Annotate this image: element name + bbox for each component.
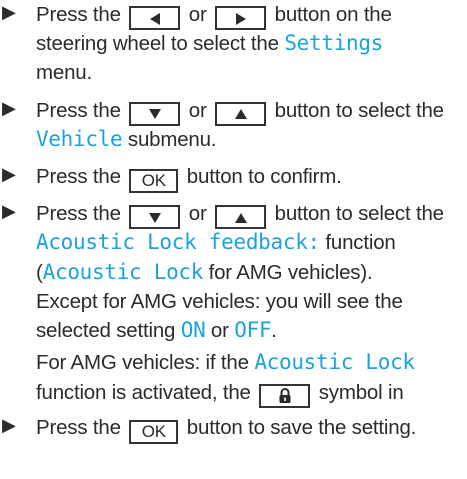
bullet-arrow-icon: ▶ [2,201,16,222]
step-1-line-2-text: steering wheel to select the [36,32,285,56]
step-4-except-line: Except for AMG vehicles: you will see th… [36,289,403,313]
step-1-line-1: Press the or button on the [36,0,392,30]
down-arrow-key-icon [129,205,181,230]
bullet-arrow-icon: ▶ [2,2,16,22]
step-4-period: . [271,319,277,342]
step-3-post: button to confirm. [186,165,342,188]
bullet-arrow-icon: ▶ [2,414,16,435]
acoustic-lock-feedback-label: Acoustic Lock feedback: [36,230,320,255]
step-4-or2: or [205,319,235,342]
step-1-line-3: menu. [36,61,92,85]
step-4-selected-pre: selected setting [36,319,181,342]
step-1-line-2: steering wheel to select the Settings [36,29,383,58]
step-1-pre: Press the [36,3,121,26]
up-arrow-key-icon [215,205,267,230]
step-4-activated-line: function is activated, the symbol in [36,378,404,408]
ok-key-icon: OK [129,419,179,444]
step-4-line-3: (Acoustic Lock for AMG vehicles). [36,258,373,287]
on-setting-label: ON [180,318,206,342]
down-arrow-key-icon [129,101,181,126]
step-4-line-2: Acoustic Lock feedback: function [36,228,396,257]
step-4-or: or [188,202,207,226]
off-setting-label: OFF [234,318,272,342]
step-2-line-1: Press the or button to select the [36,96,444,126]
left-arrow-key-icon [129,6,181,30]
step-4-line-1: Press the or button to select the [36,199,444,230]
step-1-post: button on the [274,3,392,26]
step-3-line-1: Press the OK button to confirm. [36,162,342,193]
step-2-post: button to select the [274,98,444,122]
step-3-pre: Press the [36,165,121,188]
up-arrow-key-icon [215,101,267,126]
step-4-function-post: function [319,231,396,255]
ok-key-icon: OK [129,169,179,193]
step-4-post: button to select the [274,202,444,226]
step-2-line-2: Vehicle submenu. [36,125,217,154]
step-1-or: or [188,3,207,26]
vehicle-submenu-label: Vehicle [36,126,123,151]
step-4-pre: Press the [36,202,121,226]
step-4-activated-post: symbol in [318,380,404,404]
right-arrow-key-icon [215,6,267,30]
acoustic-lock-amg-function-label: Acoustic Lock [254,350,415,375]
step-2-or: or [188,98,207,122]
step-5-pre: Press the [36,415,121,439]
step-2-pre: Press the [36,98,121,122]
step-4-amg-line: For AMG vehicles: if the Acoustic Lock [36,348,415,377]
settings-menu-label: Settings [284,31,384,56]
step-5-post: button to save the setting. [186,415,417,439]
lock-icon [259,383,311,408]
acoustic-lock-amg-label: Acoustic Lock [42,259,204,284]
step-2-post2: submenu. [122,127,217,151]
step-4-paren-post: for AMG vehicles). [203,260,373,284]
bullet-arrow-icon: ▶ [2,97,16,118]
bullet-arrow-icon: ▶ [2,164,16,184]
step-4-selected-line: selected setting ON or OFF. [36,316,277,345]
step-5-line-1: Press the OK button to save the setting. [36,413,416,444]
step-4-amg-pre: For AMG vehicles: if the [36,351,255,375]
step-4-activated-pre: function is activated, the [36,380,251,404]
step-4-paren-open: ( [36,260,43,284]
